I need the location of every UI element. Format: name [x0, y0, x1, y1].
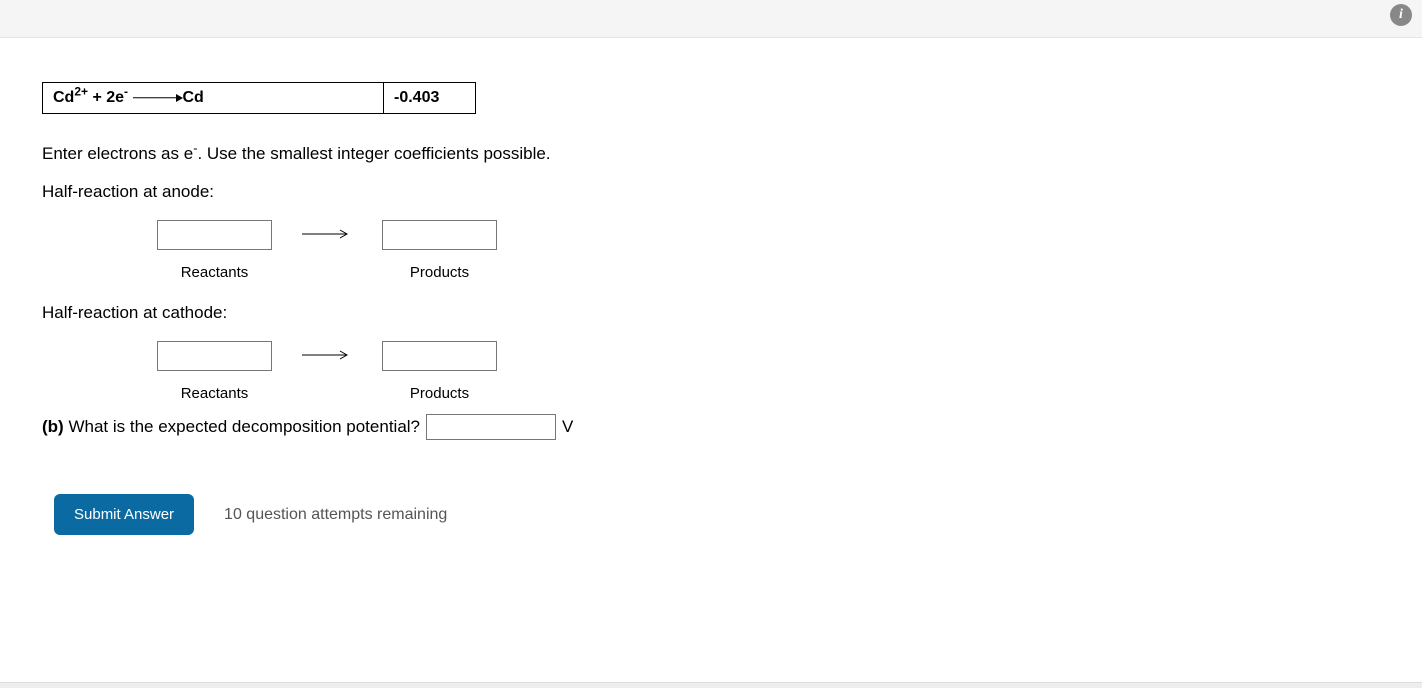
header-bar: i: [0, 0, 1422, 38]
instruction-text: Enter electrons as e-. Use the smallest …: [42, 144, 1422, 164]
submit-button[interactable]: Submit Answer: [54, 494, 194, 535]
info-icon[interactable]: i: [1390, 4, 1412, 26]
footer-divider: [0, 682, 1422, 688]
potential-input[interactable]: [426, 414, 556, 440]
submit-row: Submit Answer 10 question attempts remai…: [54, 494, 1422, 535]
arrow-right-icon: [302, 349, 352, 361]
cathode-reactants-group: Reactants: [157, 341, 272, 402]
anode-products-group: Products: [382, 220, 497, 281]
cathode-products-label: Products: [410, 385, 469, 402]
cathode-title: Half-reaction at cathode:: [42, 303, 1422, 323]
arrow-right-icon: [302, 228, 352, 240]
anode-arrow: [302, 227, 352, 245]
anode-reaction-row: Reactants Products: [157, 220, 1422, 281]
cathode-reactants-label: Reactants: [181, 385, 249, 402]
attempts-remaining: 10 question attempts remaining: [224, 506, 447, 524]
part-b-row: (b) What is the expected decomposition p…: [42, 414, 1422, 440]
anode-title: Half-reaction at anode:: [42, 182, 1422, 202]
equation-product: Cd: [183, 89, 204, 106]
potential-unit: V: [562, 417, 573, 437]
part-b-label: (b): [42, 417, 64, 436]
anode-reactants-group: Reactants: [157, 220, 272, 281]
anode-products-input[interactable]: [382, 220, 497, 250]
question-content: Cd2+ + 2e- Cd -0.403 Enter electrons as …: [0, 38, 1422, 535]
cathode-products-input[interactable]: [382, 341, 497, 371]
anode-reactants-label: Reactants: [181, 264, 249, 281]
anode-products-label: Products: [410, 264, 469, 281]
cathode-arrow: [302, 348, 352, 366]
part-b-question: What is the expected decomposition poten…: [68, 417, 420, 436]
anode-reactants-input[interactable]: [157, 220, 272, 250]
potential-value-cell: -0.403: [384, 82, 476, 114]
equation-cell: Cd2+ + 2e- Cd: [42, 82, 384, 114]
cathode-reaction-row: Reactants Products: [157, 341, 1422, 402]
cathode-products-group: Products: [382, 341, 497, 402]
reaction-arrow-icon: [133, 93, 183, 103]
cathode-reactants-input[interactable]: [157, 341, 272, 371]
equation-reactants: Cd2+ + 2e-: [53, 89, 128, 106]
potential-table-row: Cd2+ + 2e- Cd -0.403: [42, 82, 1422, 114]
